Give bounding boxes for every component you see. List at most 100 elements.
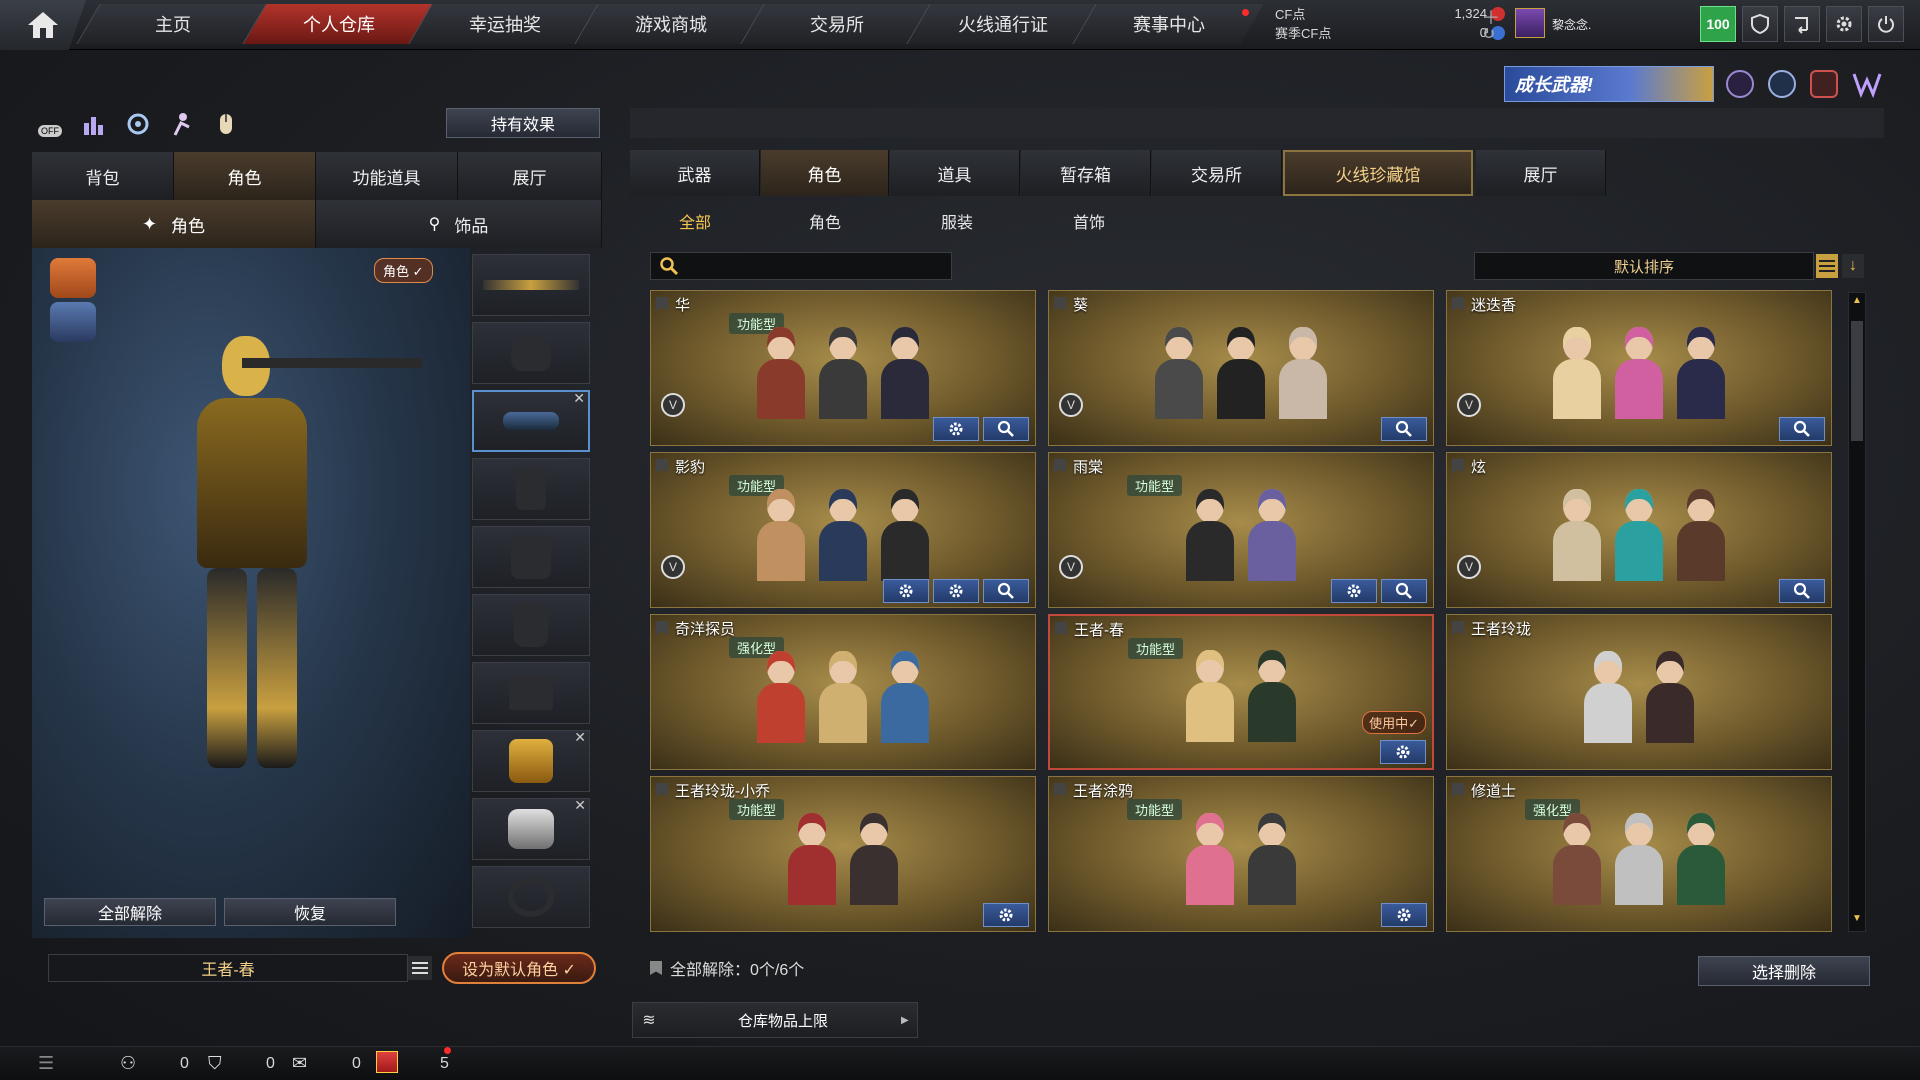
- nav-tab-warehouse[interactable]: 个人仓库: [242, 4, 434, 44]
- refresh-icon[interactable]: ↻: [1482, 24, 1495, 44]
- role-list-icon[interactable]: [408, 956, 432, 980]
- nav-tab-exchange[interactable]: 交易所: [740, 4, 932, 44]
- customize-button[interactable]: [1381, 903, 1427, 927]
- storage-limit-bar[interactable]: ≋ 仓库物品上限 ▶: [632, 1002, 918, 1038]
- customize-button[interactable]: [1331, 579, 1377, 603]
- collection-card[interactable]: 葵V: [1048, 290, 1434, 446]
- collection-card[interactable]: 王者-春 功能型 使用中✓: [1048, 614, 1434, 770]
- close-icon[interactable]: ✕: [574, 729, 586, 746]
- nav-tab-shop[interactable]: 游戏商城: [574, 4, 766, 44]
- vip-icon[interactable]: [1726, 70, 1754, 98]
- faction-badge-icon[interactable]: [50, 258, 96, 298]
- bookmark-icon[interactable]: [1054, 297, 1066, 311]
- friends-icon[interactable]: ⚇: [120, 1053, 136, 1074]
- search-input[interactable]: [685, 258, 945, 274]
- bookmark-icon[interactable]: [1452, 783, 1464, 797]
- nav-tab-pass[interactable]: 火线通行证: [906, 4, 1098, 44]
- bookmark-icon[interactable]: [656, 621, 668, 635]
- bookmark-icon[interactable]: [1452, 459, 1464, 473]
- subtab-character[interactable]: ✦ 角色: [32, 200, 316, 248]
- bookmark-icon[interactable]: [656, 459, 668, 473]
- collection-card[interactable]: 炫V: [1446, 452, 1832, 608]
- bookmark-icon[interactable]: [1452, 297, 1464, 311]
- rtab-items[interactable]: 道具: [890, 150, 1020, 196]
- inspect-button[interactable]: [983, 579, 1029, 603]
- scroll-up-icon[interactable]: ▲: [1851, 295, 1863, 311]
- slot-helmet[interactable]: [472, 322, 590, 384]
- rtab-weapons[interactable]: 武器: [630, 150, 760, 196]
- chat-icon[interactable]: ✉: [292, 1053, 307, 1074]
- inspect-button[interactable]: [1381, 417, 1427, 441]
- sort-dropdown[interactable]: 默认排序: [1474, 252, 1814, 280]
- holding-effect-button[interactable]: 持有效果: [446, 108, 600, 138]
- globe-icon[interactable]: [1768, 70, 1796, 98]
- character-preview[interactable]: 角色 ✓ 全部解除 恢复: [32, 248, 470, 938]
- scroll-down-icon[interactable]: ▼: [1851, 913, 1863, 929]
- filter-all[interactable]: 全部: [640, 206, 750, 236]
- rotate-view-icon[interactable]: [122, 108, 154, 140]
- set-default-role-button[interactable]: 设为默认角色 ✓: [442, 952, 596, 984]
- collection-card[interactable]: 王者玲珑: [1446, 614, 1832, 770]
- slot-pet[interactable]: ✕: [472, 797, 590, 860]
- slot-ring[interactable]: [472, 866, 590, 928]
- slot-goggles[interactable]: ✕: [472, 390, 590, 452]
- bookmark-icon[interactable]: [656, 783, 668, 797]
- user-name[interactable]: 黎念念.: [1552, 16, 1591, 33]
- collection-card[interactable]: 华功能型 V: [650, 290, 1036, 446]
- collection-card[interactable]: 王者玲珑-小乔 功能型: [650, 776, 1036, 932]
- toggle-off-icon[interactable]: OFF: [34, 108, 66, 140]
- sort-menu-icon[interactable]: [1816, 254, 1838, 278]
- clan-shield-icon[interactable]: ⛉: [208, 1053, 222, 1074]
- nav-tab-events[interactable]: 赛事中心: [1072, 4, 1264, 44]
- home-button[interactable]: [0, 0, 86, 50]
- faction-alt-icon[interactable]: [50, 302, 96, 342]
- tab-functional-items[interactable]: 功能道具: [316, 152, 458, 200]
- slot-weapon[interactable]: [472, 254, 590, 316]
- sort-direction-icon[interactable]: ↓: [1842, 254, 1864, 278]
- bookmark-icon[interactable]: [1054, 459, 1066, 473]
- gift-icon[interactable]: [376, 1051, 398, 1073]
- filter-jewelry[interactable]: 首饰: [1034, 206, 1144, 236]
- mouse-icon[interactable]: [210, 108, 242, 140]
- nav-tab-lucky-draw[interactable]: 幸运抽奖: [408, 4, 600, 44]
- settings-button[interactable]: [1826, 6, 1862, 42]
- customize-button[interactable]: [933, 417, 979, 441]
- inspect-button[interactable]: [1381, 579, 1427, 603]
- inspect-button[interactable]: [983, 417, 1029, 441]
- stats-icon[interactable]: [78, 108, 110, 140]
- close-icon[interactable]: ✕: [573, 390, 585, 407]
- customize-button[interactable]: [883, 579, 929, 603]
- tab-character[interactable]: 角色: [174, 152, 316, 200]
- inspect-button[interactable]: [1779, 417, 1825, 441]
- collection-card[interactable]: 影豹 功能型 V: [650, 452, 1036, 608]
- growth-weapon-banner[interactable]: 成长武器!: [1504, 66, 1714, 102]
- customize-button[interactable]: [933, 579, 979, 603]
- rtab-showroom[interactable]: 展厅: [1476, 150, 1606, 196]
- nav-tab-home[interactable]: 主页: [76, 4, 268, 44]
- tab-showroom[interactable]: 展厅: [458, 152, 602, 200]
- rtab-temp-box[interactable]: 暂存箱: [1021, 150, 1151, 196]
- bookmark-icon[interactable]: [650, 961, 662, 975]
- filter-character[interactable]: 角色: [770, 206, 880, 236]
- pose-icon[interactable]: [166, 108, 198, 140]
- bookmark-icon[interactable]: [1054, 783, 1066, 797]
- collection-card[interactable]: 雨棠 功能型 V: [1048, 452, 1434, 608]
- collection-card[interactable]: 王者涂鸦 功能型: [1048, 776, 1434, 932]
- shield-button[interactable]: [1742, 6, 1778, 42]
- inspect-button[interactable]: [1779, 579, 1825, 603]
- bookmark-icon[interactable]: [656, 297, 668, 311]
- event-icon[interactable]: [1810, 70, 1838, 98]
- collection-card[interactable]: 奇洋探员 强化型: [650, 614, 1036, 770]
- menu-list-icon[interactable]: ☰: [38, 1053, 54, 1074]
- rtab-exchange[interactable]: 交易所: [1152, 150, 1282, 196]
- subtab-accessory[interactable]: ⚲ 饰品: [316, 200, 602, 248]
- scrollbar[interactable]: ▲ ▼: [1848, 292, 1866, 932]
- customize-button[interactable]: [983, 903, 1029, 927]
- search-box[interactable]: [650, 252, 952, 280]
- customize-button[interactable]: [1380, 740, 1426, 764]
- slot-vest[interactable]: [472, 458, 590, 520]
- release-all-button[interactable]: 全部解除: [44, 898, 216, 926]
- w-brand-icon[interactable]: [1852, 70, 1882, 99]
- rtab-character[interactable]: 角色: [761, 150, 889, 196]
- slot-gloves[interactable]: [472, 594, 590, 656]
